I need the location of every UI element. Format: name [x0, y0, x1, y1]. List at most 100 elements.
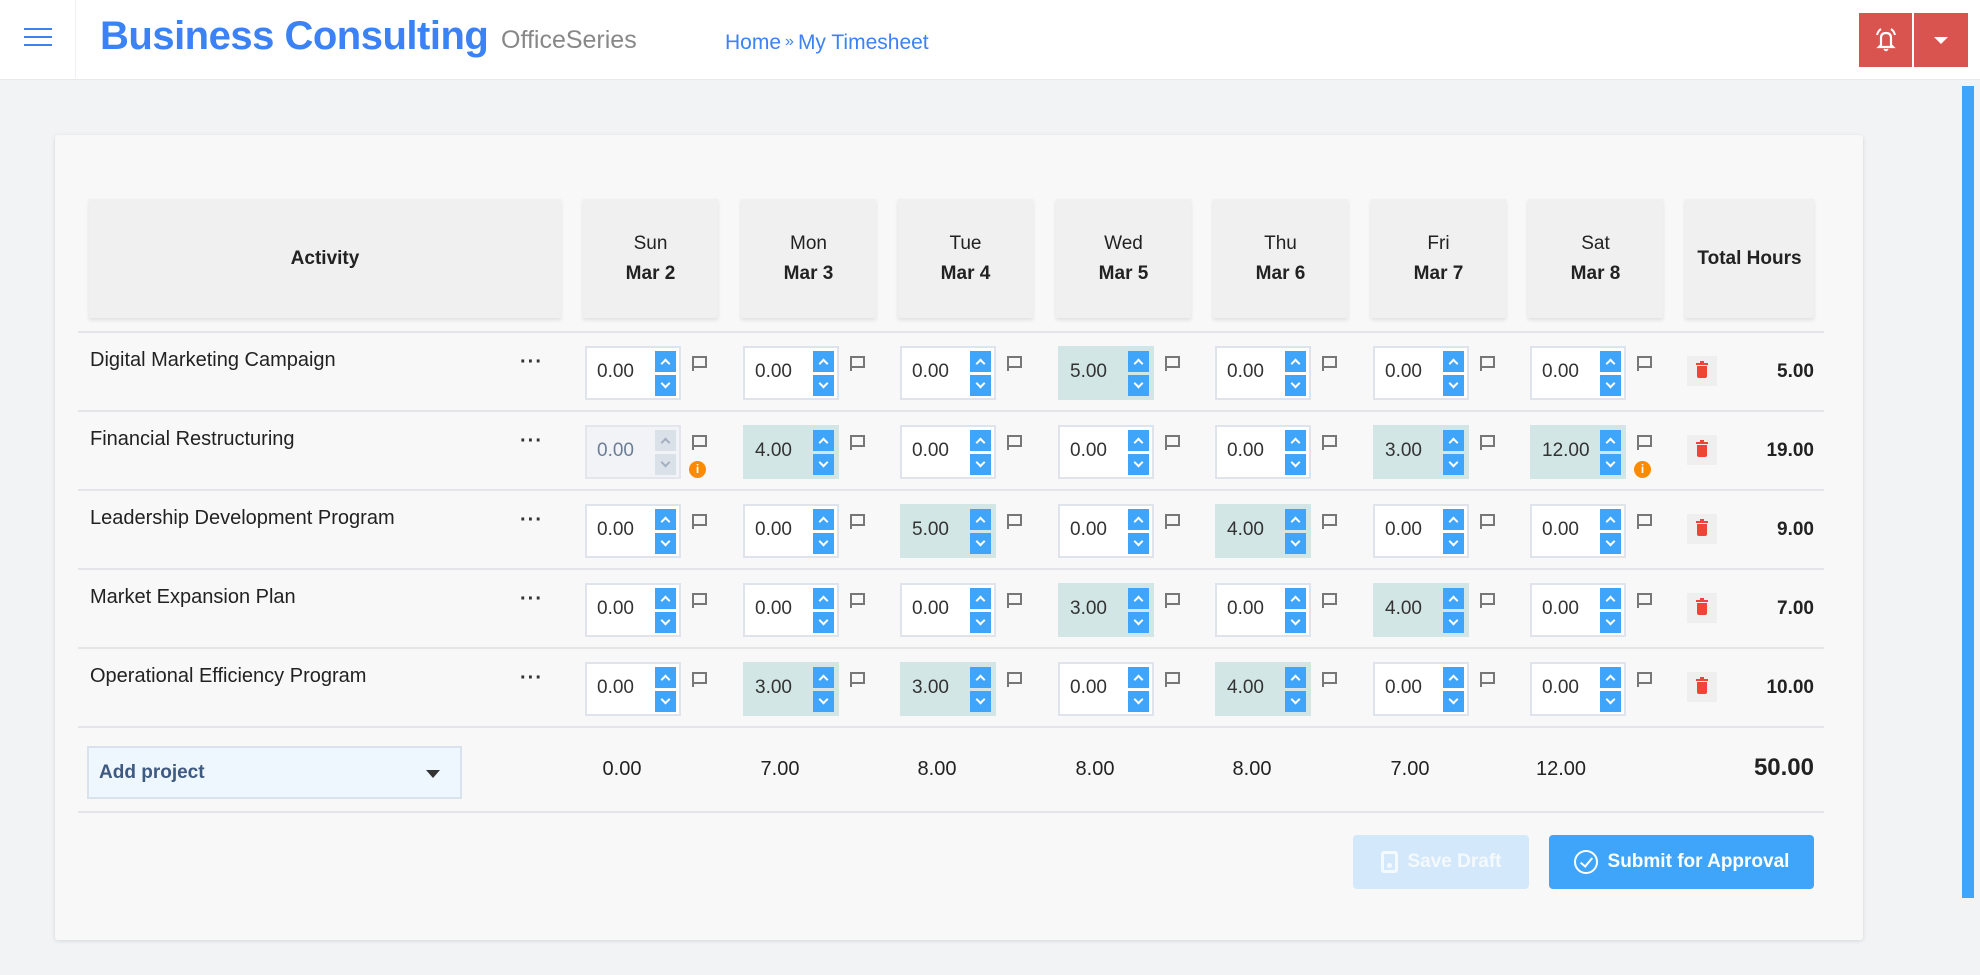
hours-input[interactable]: 0.00	[1530, 583, 1626, 637]
decrement-button[interactable]	[813, 612, 834, 633]
decrement-button[interactable]	[1443, 533, 1464, 554]
comment-icon[interactable]	[1322, 672, 1337, 687]
delete-row-button[interactable]	[1687, 356, 1717, 386]
decrement-button[interactable]	[813, 375, 834, 396]
hours-input[interactable]: 0.00	[743, 504, 839, 558]
decrement-button[interactable]	[1285, 533, 1306, 554]
comment-icon[interactable]	[1322, 435, 1337, 450]
hours-input[interactable]: 0.00	[1215, 346, 1311, 400]
decrement-button[interactable]	[1128, 454, 1149, 475]
decrement-button[interactable]	[813, 691, 834, 712]
hours-input[interactable]: 5.00	[900, 504, 996, 558]
decrement-button[interactable]	[1600, 533, 1621, 554]
decrement-button[interactable]	[1128, 375, 1149, 396]
save-draft-button[interactable]: Save Draft	[1353, 835, 1529, 889]
comment-icon[interactable]	[1007, 356, 1022, 371]
increment-button[interactable]	[1285, 351, 1306, 372]
breadcrumb-home[interactable]: Home	[725, 31, 781, 54]
hours-input[interactable]: 0.00	[1530, 504, 1626, 558]
info-icon[interactable]: i	[1634, 461, 1651, 478]
decrement-button[interactable]	[970, 454, 991, 475]
comment-icon[interactable]	[1007, 514, 1022, 529]
increment-button[interactable]	[1128, 667, 1149, 688]
comment-icon[interactable]	[1637, 514, 1652, 529]
comment-icon[interactable]	[1007, 593, 1022, 608]
hours-input[interactable]: 3.00	[900, 662, 996, 716]
increment-button[interactable]	[1128, 509, 1149, 530]
comment-icon[interactable]	[1637, 593, 1652, 608]
comment-icon[interactable]	[1480, 356, 1495, 371]
breadcrumb-my-timesheet[interactable]: My Timesheet	[798, 31, 929, 54]
row-more-options-button[interactable]: ···	[520, 351, 543, 374]
increment-button[interactable]	[1443, 351, 1464, 372]
hours-input[interactable]: 4.00	[1373, 583, 1469, 637]
comment-icon[interactable]	[1322, 593, 1337, 608]
decrement-button[interactable]	[1128, 612, 1149, 633]
hours-input[interactable]: 12.00	[1530, 425, 1626, 479]
comment-icon[interactable]	[1480, 435, 1495, 450]
comment-icon[interactable]	[692, 672, 707, 687]
hours-input[interactable]: 3.00	[743, 662, 839, 716]
increment-button[interactable]	[813, 509, 834, 530]
increment-button[interactable]	[1443, 430, 1464, 451]
comment-icon[interactable]	[1637, 672, 1652, 687]
decrement-button[interactable]	[655, 612, 676, 633]
increment-button[interactable]	[1443, 667, 1464, 688]
hours-input[interactable]: 0.00	[1215, 425, 1311, 479]
hours-input[interactable]: 0.00	[743, 346, 839, 400]
comment-icon[interactable]	[1007, 672, 1022, 687]
hours-input[interactable]: 3.00	[1058, 583, 1154, 637]
increment-button[interactable]	[655, 588, 676, 609]
comment-icon[interactable]	[692, 356, 707, 371]
comment-icon[interactable]	[1322, 356, 1337, 371]
increment-button[interactable]	[813, 667, 834, 688]
hours-input[interactable]: 0.00	[1373, 662, 1469, 716]
increment-button[interactable]	[970, 588, 991, 609]
hours-input[interactable]: 0.00	[1058, 662, 1154, 716]
increment-button[interactable]	[1128, 351, 1149, 372]
hours-input[interactable]: 0.00	[585, 662, 681, 716]
decrement-button[interactable]	[970, 533, 991, 554]
hours-input[interactable]: 0.00	[1530, 346, 1626, 400]
hours-input[interactable]: 3.00	[1373, 425, 1469, 479]
delete-row-button[interactable]	[1687, 593, 1717, 623]
hours-input[interactable]: 0.00	[1530, 662, 1626, 716]
decrement-button[interactable]	[1443, 612, 1464, 633]
increment-button[interactable]	[655, 351, 676, 372]
increment-button[interactable]	[655, 509, 676, 530]
hours-input[interactable]: 0.00	[743, 583, 839, 637]
decrement-button[interactable]	[1600, 375, 1621, 396]
comment-icon[interactable]	[850, 672, 865, 687]
decrement-button[interactable]	[1285, 612, 1306, 633]
info-icon[interactable]: i	[689, 461, 706, 478]
decrement-button[interactable]	[1128, 533, 1149, 554]
comment-icon[interactable]	[1165, 435, 1180, 450]
increment-button[interactable]	[1443, 588, 1464, 609]
comment-icon[interactable]	[692, 435, 707, 450]
decrement-button[interactable]	[1285, 375, 1306, 396]
hours-input[interactable]: 0.00	[1373, 346, 1469, 400]
comment-icon[interactable]	[1480, 593, 1495, 608]
add-project-dropdown[interactable]: Add project	[87, 746, 462, 799]
increment-button[interactable]	[970, 430, 991, 451]
comment-icon[interactable]	[692, 514, 707, 529]
decrement-button[interactable]	[1443, 375, 1464, 396]
increment-button[interactable]	[1128, 588, 1149, 609]
decrement-button[interactable]	[813, 454, 834, 475]
increment-button[interactable]	[970, 509, 991, 530]
submit-for-approval-button[interactable]: Submit for Approval	[1549, 835, 1814, 889]
comment-icon[interactable]	[692, 593, 707, 608]
comment-icon[interactable]	[1165, 514, 1180, 529]
comment-icon[interactable]	[1165, 672, 1180, 687]
increment-button[interactable]	[1285, 509, 1306, 530]
hours-input[interactable]: 0.00	[1058, 504, 1154, 558]
comment-icon[interactable]	[850, 435, 865, 450]
decrement-button[interactable]	[1600, 612, 1621, 633]
increment-button[interactable]	[1443, 509, 1464, 530]
hours-input[interactable]: 0.00	[900, 583, 996, 637]
decrement-button[interactable]	[1600, 454, 1621, 475]
hours-input[interactable]: 4.00	[1215, 662, 1311, 716]
hours-input[interactable]: 4.00	[743, 425, 839, 479]
comment-icon[interactable]	[1480, 514, 1495, 529]
decrement-button[interactable]	[1285, 691, 1306, 712]
